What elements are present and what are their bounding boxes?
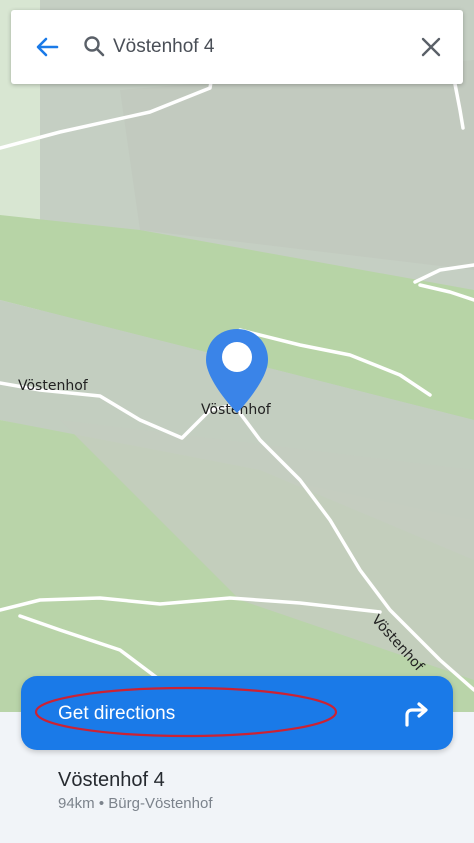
location-pin-icon[interactable] (204, 327, 270, 415)
search-input[interactable]: Vöstenhof 4 (113, 36, 214, 58)
place-title: Vöstenhof 4 (58, 769, 165, 791)
close-icon[interactable] (419, 35, 443, 59)
search-icon (84, 36, 105, 57)
place-subtitle: 94km • Bürg-Vöstenhof (58, 795, 213, 812)
turn-right-arrow-icon[interactable] (400, 698, 432, 730)
map-road-label: Vöstenhof (18, 378, 88, 394)
annotation-highlight-ellipse (34, 686, 338, 738)
back-arrow-icon[interactable] (33, 33, 61, 61)
search-bar[interactable] (11, 10, 463, 84)
